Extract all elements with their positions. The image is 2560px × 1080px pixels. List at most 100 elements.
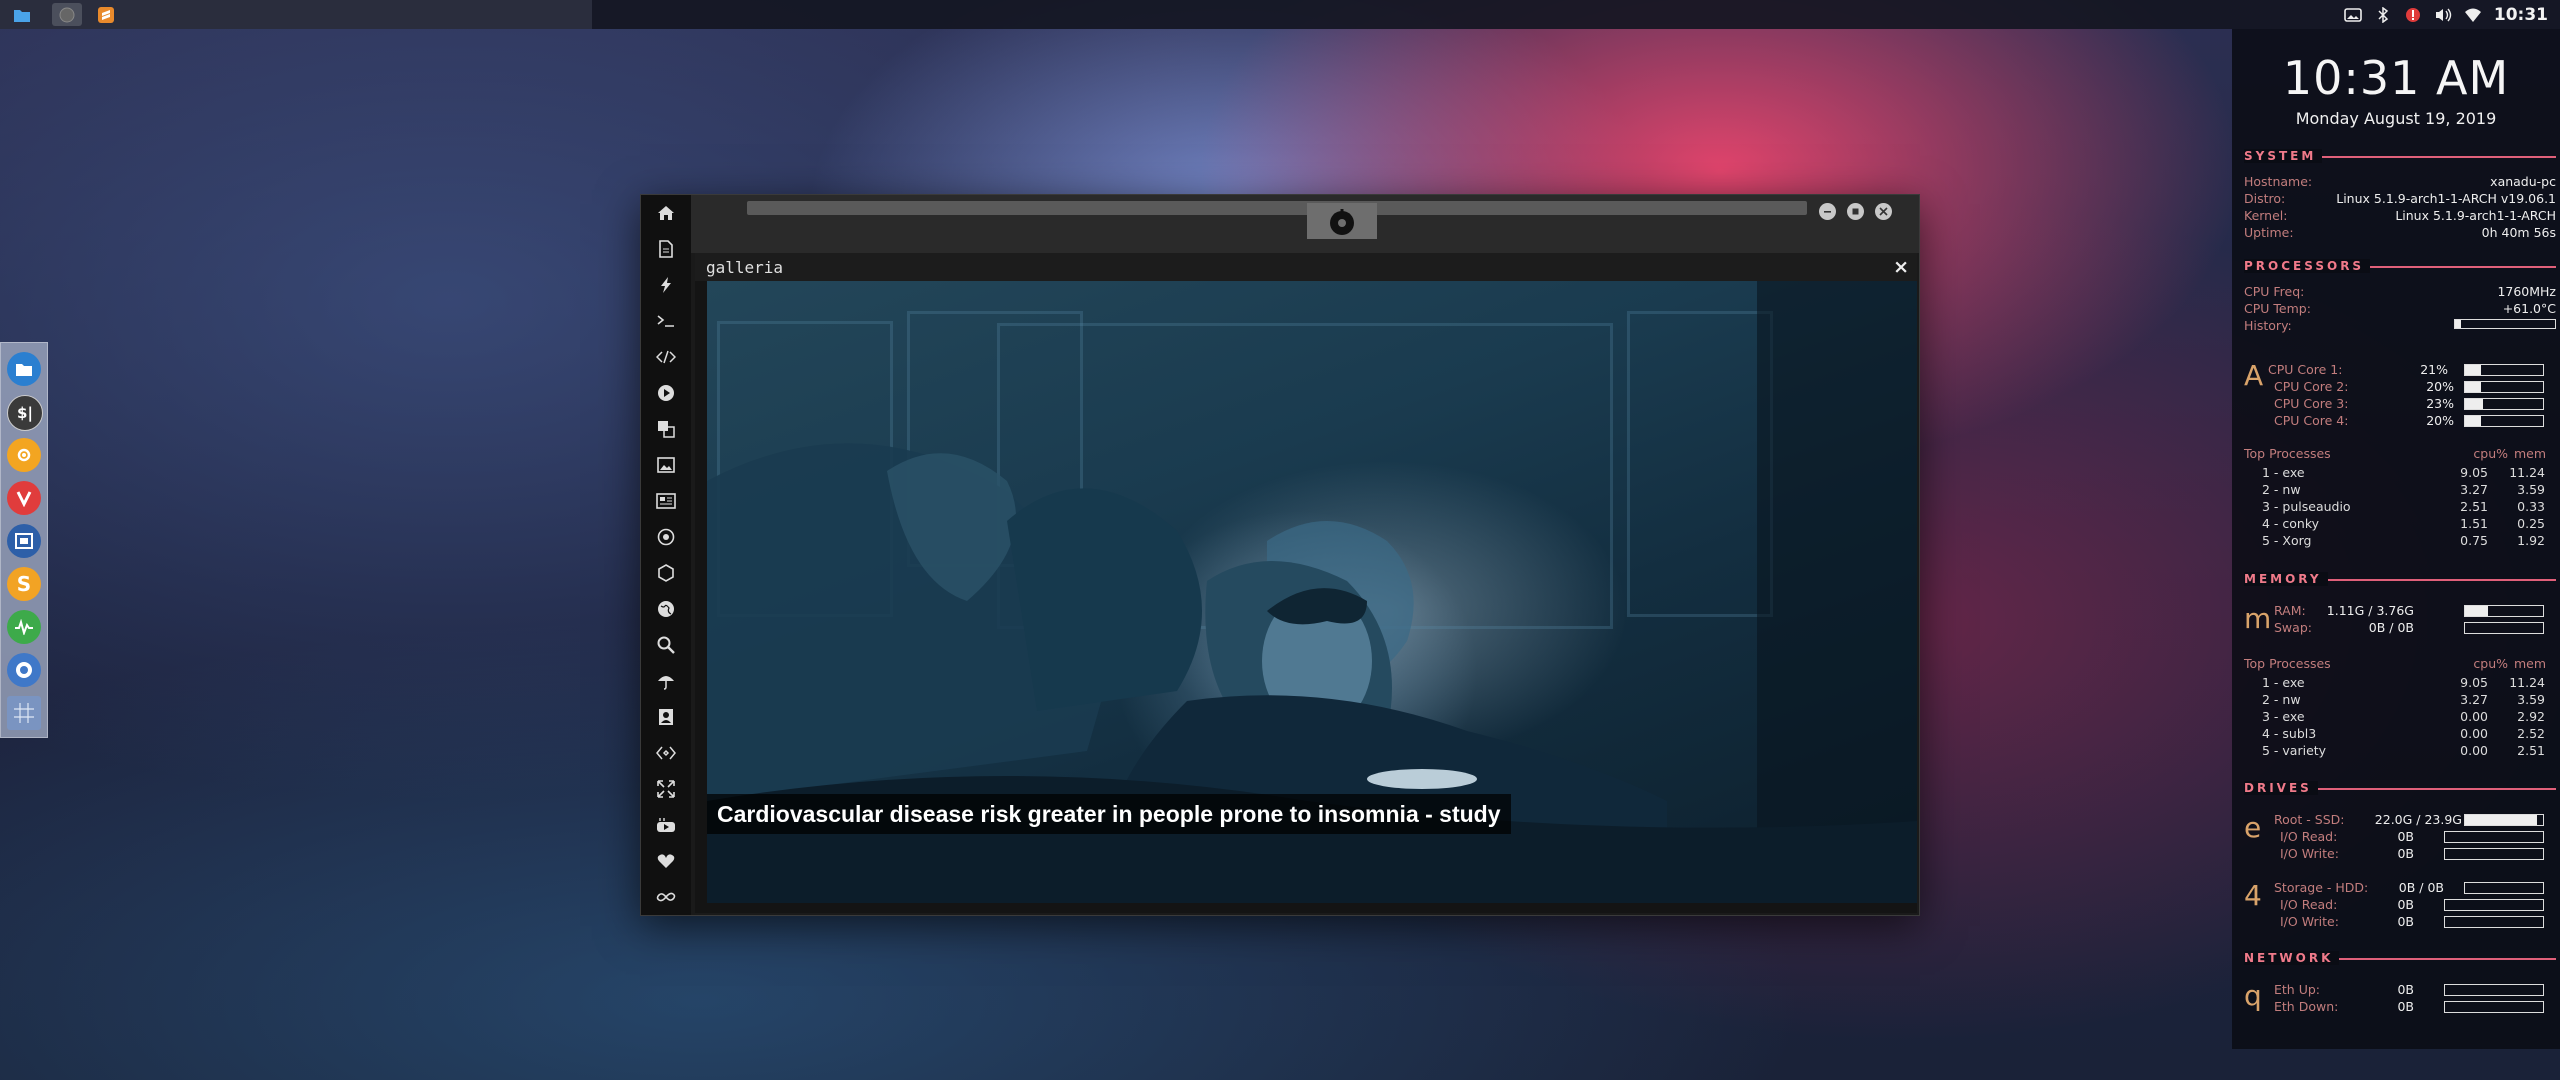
root-drive-glyph: e	[2244, 811, 2262, 844]
news-icon[interactable]	[654, 489, 678, 513]
label: CPU Core 4:	[2274, 413, 2349, 428]
process-name: 3 - exe	[2262, 709, 2305, 724]
workspace-grid-dock-icon[interactable]	[7, 696, 41, 730]
storage-drive-row: Storage - HDD: 0B / 0B	[2274, 880, 2444, 896]
heart-icon[interactable]	[654, 849, 678, 873]
mem-col: mem	[2513, 656, 2546, 671]
conky-system-monitor: 10:31 AM Monday August 19, 2019 SYSTEM H…	[2232, 29, 2560, 1049]
play-icon[interactable]	[654, 381, 678, 405]
label: CPU Core 3:	[2274, 396, 2349, 411]
address-bar[interactable]	[747, 201, 1807, 215]
cpu-core-row: CPU Core 4: 20%	[2274, 413, 2454, 429]
translate-icon[interactable]	[654, 417, 678, 441]
storage-read-graph	[2444, 899, 2544, 911]
value: 0B / 0B	[2398, 880, 2444, 895]
ubuntu-settings-dock-icon[interactable]	[7, 438, 41, 472]
uptime-row: Uptime: 0h 40m 56s	[2244, 225, 2556, 241]
section-title: NETWORK	[2244, 951, 2340, 965]
volume-icon[interactable]	[2434, 6, 2452, 24]
expand-icon[interactable]	[654, 777, 678, 801]
image-viewer-tray-icon[interactable]	[2344, 6, 2362, 24]
section-title: SYSTEM	[2244, 149, 2323, 163]
storage-drive-bar	[2464, 882, 2544, 894]
cpu-core-bar	[2464, 381, 2544, 393]
cpu-core-bar	[2464, 415, 2544, 427]
top-panel: 10:31	[0, 0, 2560, 29]
value: 0B	[2397, 914, 2414, 929]
gallery-close-button[interactable]: ×	[1893, 256, 1909, 278]
chrome-dock-icon[interactable]	[7, 653, 41, 687]
value: 0B / 0B	[2368, 620, 2414, 635]
process-cpu: 9.05	[2460, 465, 2488, 480]
eth-down-row: Eth Down: 0B	[2274, 999, 2414, 1015]
minimize-button[interactable]	[1819, 203, 1836, 220]
lightning-icon[interactable]	[654, 273, 678, 297]
update-alert-icon[interactable]	[2404, 6, 2422, 24]
document-icon[interactable]	[654, 237, 678, 261]
label: RAM:	[2274, 603, 2306, 618]
gallery-header: galleria ×	[695, 253, 1917, 281]
process-row: 5 - variety 0.00 2.51	[2262, 743, 2550, 759]
globe-icon[interactable]	[654, 597, 678, 621]
code-icon[interactable]	[654, 345, 678, 369]
label: Top Processes	[2244, 656, 2331, 671]
system-monitor-dock-icon[interactable]	[7, 610, 41, 644]
panel-clock[interactable]: 10:31	[2494, 5, 2548, 25]
process-name: 4 - subl3	[2262, 726, 2317, 741]
process-cpu: 1.51	[2460, 516, 2488, 531]
label: Top Processes	[2244, 446, 2331, 461]
process-row: 1 - exe 9.05 11.24	[2262, 675, 2550, 691]
value: 0B	[2397, 846, 2414, 861]
value: Linux 5.1.9-arch1-1-ARCH	[2395, 208, 2556, 223]
process-mem: 2.51	[2517, 743, 2545, 758]
process-cpu: 0.75	[2460, 533, 2488, 548]
bluetooth-icon[interactable]	[2374, 6, 2392, 24]
article-photo[interactable]: Cardiovascular disease risk greater in p…	[707, 281, 1917, 903]
sublime-launcher-icon[interactable]	[94, 3, 118, 26]
hexagon-icon[interactable]	[654, 561, 678, 585]
terminal-launcher-icon[interactable]	[52, 3, 82, 26]
storage-write-graph	[2444, 916, 2544, 928]
process-cpu: 3.27	[2460, 482, 2488, 497]
value: 21%	[2420, 362, 2448, 377]
label: Eth Down:	[2274, 999, 2339, 1014]
vivaldi-dock-icon[interactable]	[7, 481, 41, 515]
rebel-alliance-logo-icon[interactable]	[1307, 203, 1377, 239]
infinity-icon[interactable]	[654, 885, 678, 909]
process-name: 5 - variety	[2262, 743, 2327, 758]
top-processes-header: Top Processes cpu% mem	[2244, 446, 2556, 462]
terminal-icon[interactable]	[654, 309, 678, 333]
value: 1760MHz	[2497, 284, 2556, 299]
files-dock-icon[interactable]	[7, 352, 41, 386]
process-row: 3 - exe 0.00 2.92	[2262, 709, 2550, 725]
wifi-icon[interactable]	[2464, 6, 2482, 24]
youtube-icon[interactable]	[654, 813, 678, 837]
network-glyph: q	[2244, 979, 2262, 1012]
process-name: 2 - nw	[2262, 482, 2301, 497]
diamond-code-icon[interactable]	[654, 741, 678, 765]
cpu-history-graph	[2454, 319, 2556, 329]
umbrella-icon[interactable]	[654, 669, 678, 693]
maximize-button[interactable]	[1847, 203, 1864, 220]
value: 0B	[2397, 999, 2414, 1014]
terminal-dock-icon[interactable]: $|	[7, 395, 43, 431]
article-headline[interactable]: Cardiovascular disease risk greater in p…	[707, 794, 1511, 834]
image-icon[interactable]	[654, 453, 678, 477]
screenshot-dock-icon[interactable]	[7, 524, 41, 558]
process-cpu: 3.27	[2460, 692, 2488, 707]
storage-drive-glyph: 4	[2244, 879, 2262, 912]
process-name: 5 - Xorg	[2262, 533, 2312, 548]
process-row: 4 - subl3 0.00 2.52	[2262, 726, 2550, 742]
news-app-window: galleria × Cardiovascular disease risk g…	[640, 194, 1920, 916]
process-name: 1 - exe	[2262, 675, 2305, 690]
aperture-icon[interactable]	[654, 525, 678, 549]
home-icon[interactable]	[654, 201, 678, 225]
process-row: 2 - nw 3.27 3.59	[2262, 692, 2550, 708]
contact-card-icon[interactable]	[654, 705, 678, 729]
files-launcher-icon[interactable]	[10, 3, 34, 26]
cpu-core-row: CPU Core 2: 20%	[2274, 379, 2454, 395]
root-read-graph	[2444, 831, 2544, 843]
search-icon[interactable]	[654, 633, 678, 657]
close-window-button[interactable]	[1875, 203, 1892, 220]
sublime-dock-icon[interactable]: S	[7, 567, 41, 601]
